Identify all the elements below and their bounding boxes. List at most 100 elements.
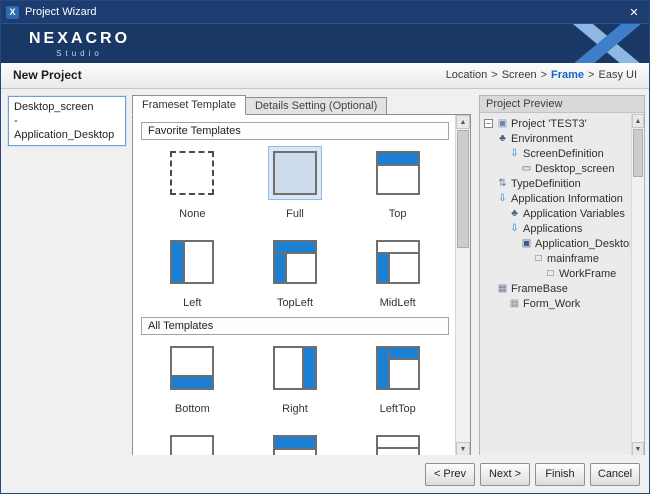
- tree-node-framebase[interactable]: ▦FrameBase: [482, 281, 630, 296]
- tree-node-label: WorkFrame: [559, 268, 616, 280]
- screen-item-sub: - Application_Desktop: [14, 114, 120, 142]
- template-partial[interactable]: [165, 430, 219, 456]
- template-group-title: All Templates: [141, 317, 449, 335]
- tree-node-label: Application_Desktop: [535, 238, 630, 250]
- nexacro-logo: NEXACRO Studio: [29, 30, 130, 58]
- prev-button[interactable]: < Prev: [425, 463, 475, 486]
- template-midleft[interactable]: MidLeft: [371, 235, 425, 310]
- footer: < PrevNext >FinishCancel: [1, 455, 649, 493]
- form-icon: ▦: [508, 298, 521, 309]
- preview-panel: Project Preview −▣Project 'TEST3'♣Enviro…: [479, 95, 645, 457]
- scrollbar-thumb[interactable]: [457, 130, 469, 248]
- scroll-down-icon[interactable]: ▼: [456, 442, 470, 456]
- scroll-up-icon[interactable]: ▲: [456, 115, 470, 129]
- tree-node-project-test3[interactable]: −▣Project 'TEST3': [482, 116, 630, 131]
- tree-node-label: ScreenDefinition: [523, 148, 604, 160]
- breadcrumb-step-frame: Frame: [551, 69, 584, 81]
- template-panel: Frameset TemplateDetails Setting (Option…: [132, 95, 471, 457]
- scroll-up-icon[interactable]: ▲: [632, 114, 644, 128]
- template-thumbnail-full: [273, 151, 317, 195]
- tree-node-application-information[interactable]: ⇩Application Information: [482, 191, 630, 206]
- tree-node-label: FrameBase: [511, 283, 568, 295]
- tree-node-environment[interactable]: ♣Environment: [482, 131, 630, 146]
- nexacro-x-icon: [563, 24, 647, 63]
- template-label: Right: [268, 403, 322, 416]
- template-thumbnail-lefttop: [376, 346, 420, 390]
- tab-details-setting-optional[interactable]: Details Setting (Optional): [246, 97, 387, 115]
- breadcrumb-separator: >: [541, 69, 547, 81]
- tree-node-label: Project 'TEST3': [511, 118, 587, 130]
- tree-node-mainframe[interactable]: □mainframe: [482, 251, 630, 266]
- brand-band: NEXACRO Studio: [1, 23, 649, 63]
- tree-node-desktop-screen[interactable]: ▭Desktop_screen: [482, 161, 630, 176]
- tree-node-application-variables[interactable]: ♣Application Variables: [482, 206, 630, 221]
- framebase-icon: ▦: [496, 283, 509, 294]
- template-thumbnail-frame: [371, 235, 425, 289]
- template-thumbnail-frame: [165, 341, 219, 395]
- template-none[interactable]: None: [165, 146, 219, 221]
- template-lefttop[interactable]: LeftTop: [371, 341, 425, 416]
- mainframe-icon: □: [532, 253, 545, 264]
- template-thumbnail-plain: [170, 435, 214, 456]
- tree-node-workframe[interactable]: □WorkFrame: [482, 266, 630, 281]
- screen-list-item-desktop-screen[interactable]: Desktop_screen - Application_Desktop: [8, 96, 126, 146]
- scrollbar-thumb[interactable]: [633, 129, 643, 177]
- template-thumbnail-frame: [165, 430, 219, 456]
- template-left[interactable]: Left: [165, 235, 219, 310]
- titlebar[interactable]: X Project Wizard ✕: [1, 1, 649, 23]
- template-partial[interactable]: [371, 430, 425, 456]
- template-thumbnail-top: [376, 151, 420, 195]
- breadcrumb: Location>Screen>Frame>Easy UI: [446, 63, 637, 88]
- template-label: LeftTop: [371, 403, 425, 416]
- template-thumbnail-midtop: [376, 435, 420, 456]
- close-button[interactable]: ✕: [624, 6, 644, 19]
- scroll-down-icon[interactable]: ▼: [632, 442, 644, 456]
- tree-node-label: Application Variables: [523, 208, 625, 220]
- tree-node-application-desktop[interactable]: ▣Application_Desktop: [482, 236, 630, 251]
- template-thumbnail-frame: [268, 235, 322, 289]
- screen-definition-icon: ⇩: [508, 148, 521, 159]
- screen-list: Desktop_screen - Application_Desktop: [8, 96, 126, 453]
- template-bottom[interactable]: Bottom: [165, 341, 219, 416]
- template-label: TopLeft: [268, 297, 322, 310]
- tree-node-label: TypeDefinition: [511, 178, 581, 190]
- breadcrumb-step-screen: Screen: [502, 69, 537, 81]
- tree-node-label: Form_Work: [523, 298, 580, 310]
- template-label: Left: [165, 297, 219, 310]
- template-thumbnail-frame: [165, 146, 219, 200]
- project-icon: ▣: [496, 118, 509, 129]
- next-button[interactable]: Next >: [480, 463, 530, 486]
- template-right[interactable]: Right: [268, 341, 322, 416]
- logo-subtext: Studio: [29, 49, 130, 58]
- tree-node-applications[interactable]: ⇩Applications: [482, 221, 630, 236]
- template-thumbnail-frame: [268, 341, 322, 395]
- template-thumbnail-frame: [268, 430, 322, 456]
- template-label: Bottom: [165, 403, 219, 416]
- template-top[interactable]: Top: [371, 146, 425, 221]
- breadcrumb-step-easy-ui: Easy UI: [598, 69, 637, 81]
- template-thumbnail-top: [273, 435, 317, 456]
- cancel-button[interactable]: Cancel: [590, 463, 640, 486]
- template-grid: Bottom Right LeftTop: [141, 341, 449, 456]
- breadcrumb-separator: >: [588, 69, 594, 81]
- template-topleft[interactable]: TopLeft: [268, 235, 322, 310]
- tree-node-label: Application Information: [511, 193, 623, 205]
- template-partial[interactable]: [268, 430, 322, 456]
- template-thumbnail-frame: [371, 430, 425, 456]
- preview-scrollbar[interactable]: ▲ ▼: [631, 114, 644, 456]
- applications-icon: ⇩: [508, 223, 521, 234]
- template-scrollbar[interactable]: ▲ ▼: [455, 115, 470, 456]
- step-bar: New Project Location>Screen>Frame>Easy U…: [1, 63, 649, 89]
- tree-node-screendefinition[interactable]: ⇩ScreenDefinition: [482, 146, 630, 161]
- tab-frameset-template[interactable]: Frameset Template: [132, 95, 246, 115]
- tree-node-label: Desktop_screen: [535, 163, 615, 175]
- window-title: Project Wizard: [25, 6, 97, 18]
- collapse-toggle-icon[interactable]: −: [484, 119, 493, 128]
- template-full[interactable]: Full: [268, 146, 322, 221]
- tab-content: Favorite TemplatesNoneFullTopLeftTopLeft…: [132, 114, 471, 457]
- tree-node-typedefinition[interactable]: ⇅TypeDefinition: [482, 176, 630, 191]
- tree-node-form-work[interactable]: ▦Form_Work: [482, 296, 630, 311]
- app-icon: X: [6, 6, 19, 19]
- finish-button[interactable]: Finish: [535, 463, 585, 486]
- template-group-title: Favorite Templates: [141, 122, 449, 140]
